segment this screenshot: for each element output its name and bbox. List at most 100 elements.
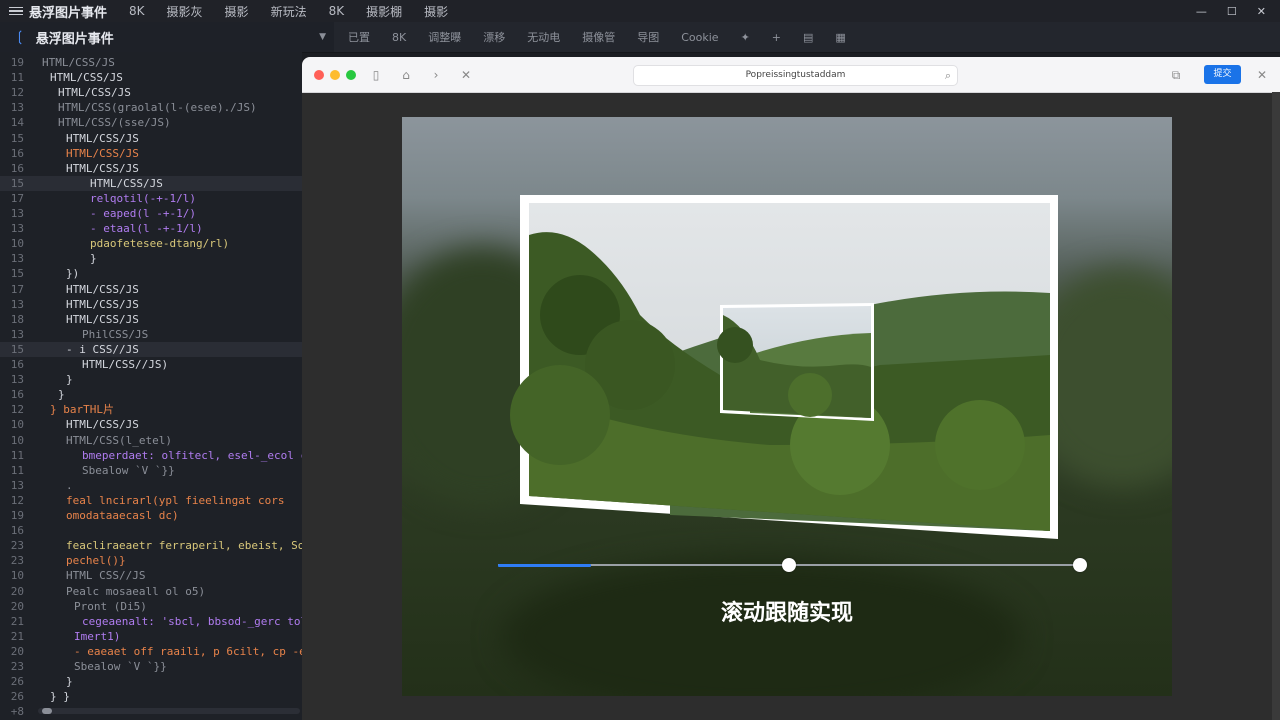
- pin-icon[interactable]: ✦: [741, 31, 750, 44]
- toolbar-item[interactable]: 无动电: [527, 29, 560, 45]
- menu-item-5[interactable]: 8K: [329, 4, 345, 18]
- code-line[interactable]: 12 HTML/CSS/JS: [0, 85, 302, 100]
- menu-item-1[interactable]: 8K: [129, 4, 145, 18]
- url-bar[interactable]: Popreissingtustaddam ⌕: [633, 65, 958, 86]
- slider-handle[interactable]: [782, 558, 796, 572]
- code-line[interactable]: 17 HTML/CSS/JS: [0, 282, 302, 297]
- maximize-icon[interactable]: ☐: [1227, 5, 1237, 18]
- hamburger-menu-icon[interactable]: [9, 6, 23, 16]
- code-line[interactable]: 21 cegeaenalt: 'sbcl, bbsod-_gerc tolu: [0, 614, 314, 629]
- code-line[interactable]: 12 feal lncirarl(ypl fieelingat cors: [0, 493, 302, 508]
- toolbar-item[interactable]: 导图: [637, 29, 659, 45]
- code-line[interactable]: 26} }: [0, 689, 302, 704]
- share-icon[interactable]: ⧉: [1168, 67, 1184, 83]
- stop-icon[interactable]: ✕: [458, 67, 474, 83]
- file-tab[interactable]: ❲ 悬浮图片事件 ▼: [0, 22, 334, 52]
- close-icon[interactable]: ✕: [1257, 5, 1266, 18]
- code-line[interactable]: 20 - eaeaet off raaili, p 6cilt, cp -eoo: [0, 644, 319, 659]
- bracket-icon: ❲: [14, 29, 26, 45]
- code-text: }: [66, 675, 73, 689]
- code-line[interactable]: 15 - i CSS//JS: [0, 341, 302, 357]
- line-number: 26: [10, 690, 24, 704]
- code-line[interactable]: 15 HTML/CSS/JS: [0, 131, 302, 146]
- code-line[interactable]: 23 Sbealow `V `}}: [0, 659, 302, 674]
- line-number: 13: [10, 297, 24, 311]
- code-line[interactable]: 13}: [0, 372, 302, 387]
- forward-icon[interactable]: ›: [428, 67, 444, 83]
- toolbar-item[interactable]: Cookie: [681, 31, 718, 44]
- code-line[interactable]: 13}: [0, 251, 302, 266]
- code-line[interactable]: 10 pdaofetesee-dtang/rl): [0, 236, 302, 251]
- grid-icon[interactable]: ▦: [835, 31, 845, 44]
- scroll-slider[interactable]: [498, 558, 1087, 572]
- code-line[interactable]: 13.: [0, 478, 302, 493]
- code-line[interactable]: 18 HTML/CSS/JS: [0, 312, 302, 327]
- code-line[interactable]: 10 HTML CSS//JS: [0, 568, 302, 583]
- toolbar-item[interactable]: 摄像管: [582, 29, 615, 45]
- code-line[interactable]: 13 HTML/CSS/JS: [0, 297, 302, 312]
- plus-icon[interactable]: +: [772, 31, 781, 44]
- close-icon[interactable]: ✕: [1254, 67, 1270, 83]
- minimize-icon[interactable]: —: [1196, 5, 1207, 18]
- code-line[interactable]: 16: [0, 523, 302, 538]
- code-line[interactable]: 17 relqotil(-+-1/l): [0, 191, 302, 206]
- code-line[interactable]: 12} barTHL片: [0, 402, 302, 417]
- code-line[interactable]: 14 HTML/CSS/(sse/JS): [0, 115, 302, 130]
- menu-item-6[interactable]: 摄影棚: [366, 3, 402, 20]
- floating-photo[interactable]: [510, 195, 1058, 539]
- code-line[interactable]: 23 pechel()}: [0, 553, 302, 568]
- close-dot-icon[interactable]: [314, 70, 324, 80]
- code-line[interactable]: 15 HTML/CSS/JS: [0, 175, 302, 191]
- sidebar-icon[interactable]: ▯: [368, 67, 384, 83]
- code-line[interactable]: 15}): [0, 266, 302, 281]
- code-line[interactable]: 16}: [0, 387, 302, 402]
- slider-handle[interactable]: [1073, 558, 1087, 572]
- vertical-scrollbar[interactable]: [1272, 92, 1280, 720]
- toolbar-item[interactable]: 8K: [392, 31, 406, 44]
- code-line[interactable]: 16 HTML/CSS/JS: [0, 146, 302, 161]
- toolbar-item[interactable]: 调整曝: [428, 29, 461, 45]
- code-line[interactable]: 11 HTML/CSS/JS: [0, 70, 302, 85]
- code-line[interactable]: 16 HTML/CSS//JS): [0, 357, 302, 372]
- code-line[interactable]: 13 PhilCSS/JS: [0, 327, 302, 342]
- line-number: 13: [10, 207, 24, 220]
- scroll-thumb[interactable]: [42, 708, 52, 714]
- toolbar-item[interactable]: 已置: [348, 29, 370, 45]
- toolbar-item[interactable]: 漂移: [483, 29, 505, 45]
- menu-item-7[interactable]: 摄影: [424, 3, 448, 20]
- code-line[interactable]: 26}: [0, 674, 302, 689]
- code-text: HTML/CSS/JS: [66, 131, 139, 145]
- home-icon[interactable]: ⌂: [398, 67, 414, 83]
- chevron-down-icon[interactable]: ▼: [319, 32, 326, 42]
- code-line[interactable]: 13 - etaal(l -+-1/l): [0, 221, 302, 236]
- menu-item-3[interactable]: 摄影: [225, 3, 249, 20]
- menu-item-2[interactable]: 摄影灰: [167, 3, 203, 20]
- code-line[interactable]: 16 HTML/CSS/JS: [0, 161, 302, 176]
- app-menubar: 悬浮图片事件 8K 摄影灰 摄影 新玩法 8K 摄影棚 摄影 — ☐ ✕: [0, 0, 1280, 22]
- code-text: - eaped(l -+-1/): [90, 207, 196, 220]
- window-controls: — ☐ ✕: [1196, 0, 1280, 22]
- code-line[interactable]: 19 omodataaecasl dc): [0, 508, 302, 523]
- code-line[interactable]: 10 HTML/CSS/JS: [0, 417, 302, 432]
- line-number: +8: [10, 705, 24, 719]
- menu-item-4[interactable]: 新玩法: [271, 3, 307, 20]
- code-line[interactable]: 19 HTML/CSS/JS: [0, 55, 302, 70]
- code-line[interactable]: 20 Pront (Di5): [0, 599, 302, 614]
- minimize-dot-icon[interactable]: [330, 70, 340, 80]
- code-line[interactable]: 11 bmeperdaet: olfitecl, esel-_ecol c: [0, 448, 307, 463]
- zoom-dot-icon[interactable]: [346, 70, 356, 80]
- code-line[interactable]: 13 HTML/CSS(graolal(l-(esee)./JS): [0, 100, 302, 115]
- submit-button[interactable]: 提交: [1204, 65, 1241, 84]
- horizontal-scrollbar[interactable]: [38, 708, 300, 714]
- code-line[interactable]: 21 Imert1): [0, 629, 302, 644]
- search-icon[interactable]: ⌕: [945, 66, 951, 85]
- code-line[interactable]: 11 Sbealow `V `}}: [0, 463, 302, 478]
- code-line[interactable]: 10 HTML/CSS(l_etel): [0, 433, 302, 448]
- code-line[interactable]: 20 Pealc mosaeall ol o5): [0, 584, 302, 599]
- line-number: 11: [10, 448, 24, 462]
- code-line[interactable]: 13 - eaped(l -+-1/): [0, 206, 302, 221]
- doc-icon[interactable]: ▤: [803, 31, 813, 44]
- code-text: Sbealow `V `}}: [74, 660, 167, 673]
- code-editor[interactable]: 19 HTML/CSS/JS 11 HTML/CSS/JS 12 HTML/CSS/JS 1…: [0, 52, 319, 720]
- code-line[interactable]: 23 feacliraeaetr ferraperil, ebeist, Sonp: [0, 538, 318, 553]
